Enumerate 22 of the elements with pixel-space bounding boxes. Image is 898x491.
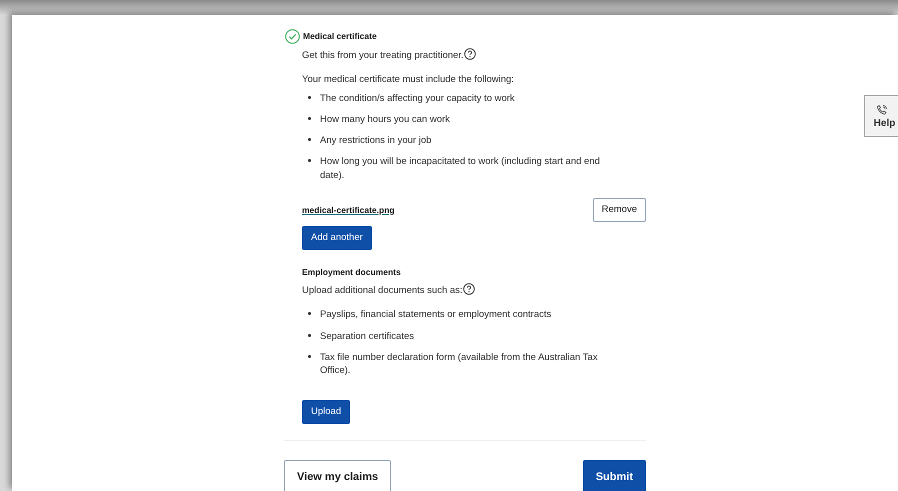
list-item: How long you will be incapacitated to work (including start and end date).: [320, 156, 600, 181]
list-item: How many hours you can work: [320, 114, 450, 125]
section-heading: Medical certificate: [303, 30, 377, 43]
hint-text: Get this from your treating practitioner.: [302, 50, 464, 61]
remove-button[interactable]: Remove: [592, 198, 646, 222]
help-icon[interactable]: [462, 283, 475, 296]
list-item: Tax file number declaration form (available from the Australian Tax Office).: [320, 352, 598, 376]
list-item: Payslips, financial statements or employment contracts: [320, 309, 552, 320]
hint-text: Upload additional documents such as:: [302, 285, 463, 296]
list-item: Separation certificates: [320, 330, 414, 342]
list-item: The condition/s affecting your capacity to work: [320, 92, 515, 104]
file-link[interactable]: medical-certificate.png: [302, 204, 395, 216]
intro-text: Your medical certificate must include the following:: [302, 73, 515, 88]
phone-icon: [876, 104, 888, 116]
help-icon[interactable]: [464, 48, 476, 60]
upload-button[interactable]: Upload: [302, 400, 350, 424]
help-tab[interactable]: Help: [864, 95, 898, 137]
submit-button[interactable]: Submit: [582, 460, 646, 491]
list-item: Any restrictions in your job: [320, 135, 432, 146]
add-another-button[interactable]: Add another: [302, 226, 372, 250]
section-heading: Employment documents: [302, 266, 402, 280]
view-claims-button[interactable]: View my claims: [284, 460, 392, 491]
